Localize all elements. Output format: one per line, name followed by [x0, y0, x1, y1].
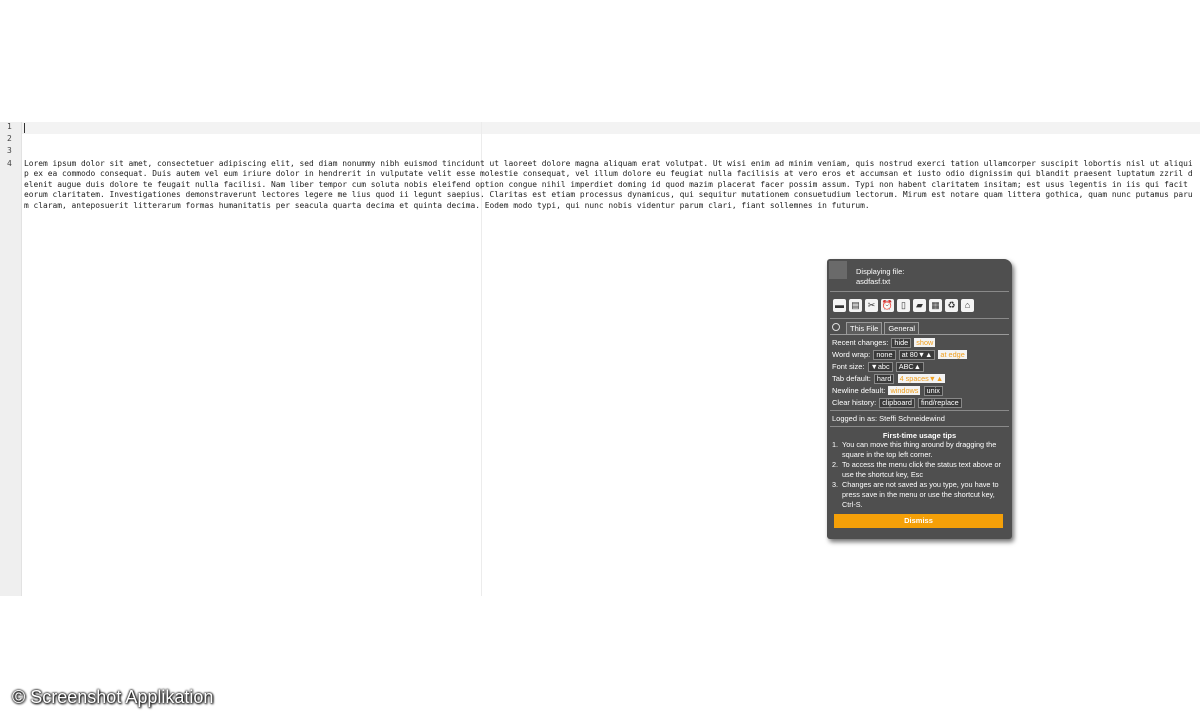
- tip-text: Changes are not saved as you type, you h…: [842, 480, 999, 509]
- status-filename: asdfasf.txt: [856, 277, 891, 286]
- settings-list: Recent changes: hide show Word wrap: non…: [832, 337, 1008, 409]
- drag-handle[interactable]: [829, 261, 847, 279]
- keyboard-icon[interactable]: ▦: [929, 299, 942, 312]
- tools-icon[interactable]: ✂: [865, 299, 878, 312]
- setting-font-size: Font size: ▼abc ABC▲: [832, 361, 1008, 373]
- list-item: 2. To access the menu click the status t…: [832, 460, 1008, 480]
- list-item: 1. You can move this thing around by dra…: [832, 440, 1008, 460]
- tab-underline: [830, 334, 1009, 335]
- setting-clear-history: Clear history: clipboard find/replace: [832, 397, 1008, 409]
- wrap-none-option[interactable]: none: [873, 350, 896, 360]
- recent-show-option[interactable]: show: [914, 338, 936, 347]
- settings-tabs: This File General: [846, 322, 920, 334]
- setting-word-wrap: Word wrap: none at 80▼▲ at edge: [832, 349, 1008, 361]
- home-icon[interactable]: ⌂: [961, 299, 974, 312]
- status-text[interactable]: Displaying file: asdfasf.txt: [856, 267, 904, 287]
- tip-number: 3.: [832, 480, 839, 489]
- recycle-icon[interactable]: ♻: [945, 299, 958, 312]
- setting-label: Tab default:: [832, 374, 871, 383]
- folder-open-icon[interactable]: ▰: [913, 299, 926, 312]
- list-item: 3. Changes are not saved as you type, yo…: [832, 480, 1008, 510]
- tab-hard-option[interactable]: hard: [873, 374, 895, 384]
- tips-list: 1. You can move this thing around by dra…: [832, 440, 1008, 510]
- clear-find-replace-button[interactable]: find/replace: [918, 398, 962, 408]
- tip-text: To access the menu click the status text…: [842, 460, 1001, 479]
- alarm-icon[interactable]: ⏰: [881, 299, 894, 312]
- tip-number: 2.: [832, 460, 839, 469]
- toolbar: ▬ ▤ ✂ ⏰ ▯ ▰ ▦ ♻ ⌂: [833, 299, 1009, 315]
- editor-line-4[interactable]: Lorem ipsum dolor sit amet, consectetuer…: [24, 159, 1196, 212]
- setting-label: Font size:: [832, 362, 865, 371]
- line-number: 4: [7, 158, 12, 168]
- setting-label: Word wrap:: [832, 350, 871, 359]
- setting-label: Recent changes:: [832, 338, 889, 347]
- tip-number: 1.: [832, 440, 839, 449]
- document-icon[interactable]: ▯: [897, 299, 910, 312]
- setting-tab-default: Tab default: hard 4 spaces▼▲: [832, 373, 1008, 385]
- floating-menu-panel: Displaying file: asdfasf.txt ▬ ▤ ✂ ⏰ ▯ ▰…: [827, 259, 1012, 539]
- newline-windows-option[interactable]: windows: [888, 386, 921, 395]
- current-line-highlight: [22, 122, 1200, 134]
- logged-in-user: Logged in as: Steffi Schneidewind: [832, 414, 945, 423]
- setting-recent-changes: Recent changes: hide show: [832, 337, 1008, 349]
- divider: [830, 318, 1009, 319]
- divider: [830, 410, 1009, 411]
- recent-hide-option[interactable]: hide: [891, 338, 912, 348]
- dismiss-button[interactable]: Dismiss: [834, 514, 1003, 528]
- print-icon[interactable]: ▤: [849, 299, 862, 312]
- divider: [830, 291, 1009, 292]
- gear-icon[interactable]: [832, 323, 840, 331]
- tips-title: First-time usage tips: [882, 431, 957, 440]
- status-label: Displaying file:: [856, 267, 905, 276]
- line-number: 1: [7, 122, 12, 131]
- font-larger-button[interactable]: ABC▲: [895, 362, 924, 372]
- divider: [830, 426, 1009, 427]
- font-smaller-button[interactable]: ▼abc: [867, 362, 893, 372]
- watermark: © Screenshot Applikation: [12, 687, 214, 707]
- newline-unix-option[interactable]: unix: [923, 386, 943, 396]
- wrap-edge-option[interactable]: at edge: [938, 350, 967, 359]
- line-number: 3: [7, 146, 12, 156]
- setting-newline-default: Newline default: windows unix: [832, 385, 1008, 397]
- tab-spaces-option[interactable]: 4 spaces▼▲: [897, 374, 946, 383]
- save-icon[interactable]: ▬: [833, 299, 846, 312]
- tip-text: You can move this thing around by draggi…: [842, 440, 997, 459]
- clear-clipboard-button[interactable]: clipboard: [879, 398, 915, 408]
- line-number: 2: [7, 134, 12, 144]
- line-number-gutter: 1 2 3 4: [0, 122, 22, 596]
- setting-label: Newline default:: [832, 386, 886, 395]
- setting-label: Clear history:: [832, 398, 877, 407]
- wrap-at80-option[interactable]: at 80▼▲: [898, 350, 936, 360]
- text-cursor: [24, 123, 25, 133]
- tab-general[interactable]: General: [884, 322, 920, 334]
- text-editor[interactable]: 1 2 3 4 Lorem ipsum dolor sit amet, cons…: [0, 122, 1200, 596]
- tab-this-file[interactable]: This File: [846, 322, 883, 334]
